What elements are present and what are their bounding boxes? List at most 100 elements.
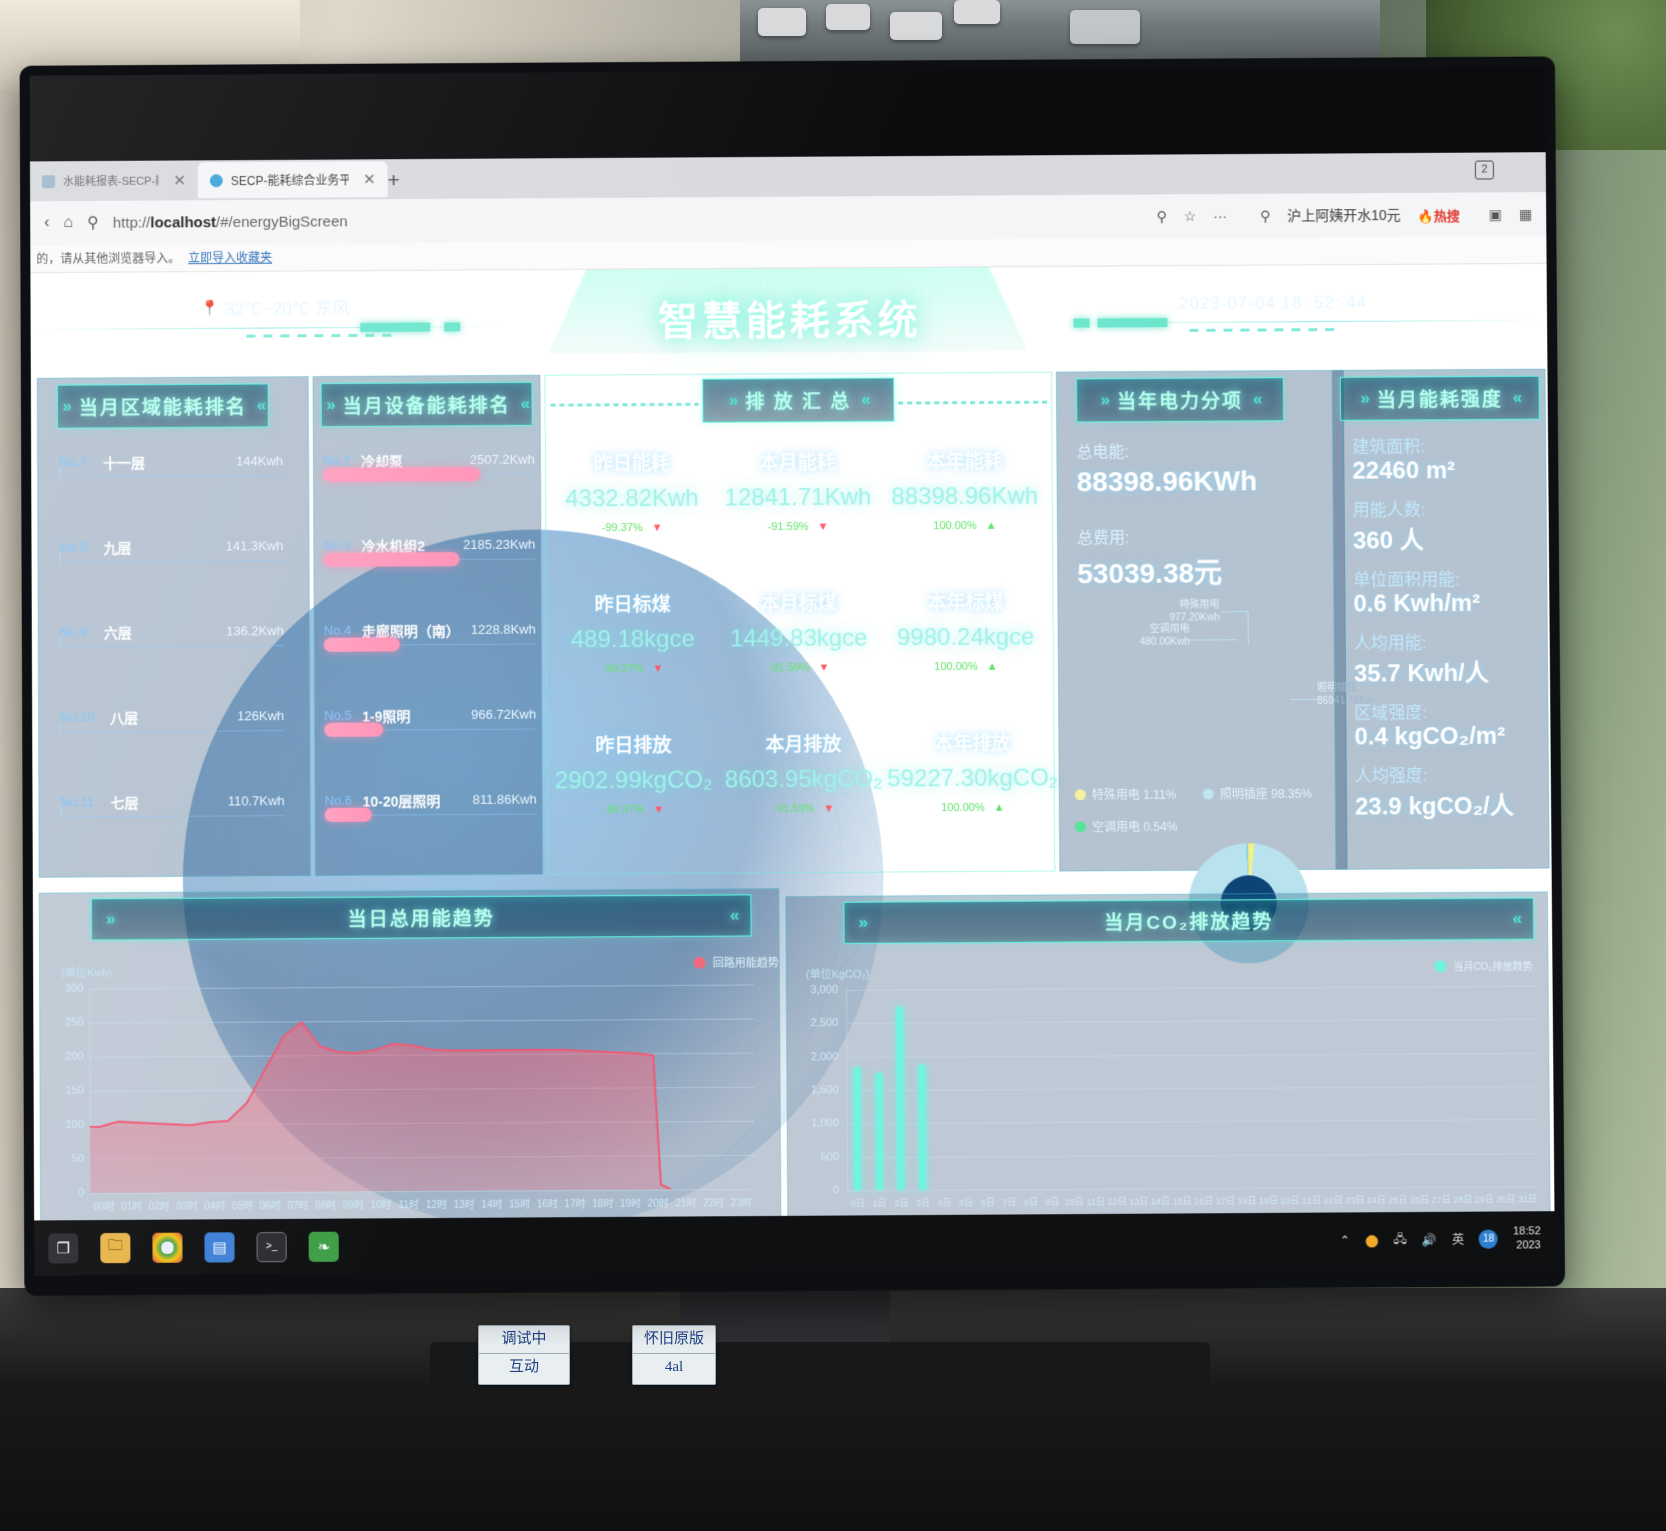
co2-trend-legend[interactable]: 当月CO₂排放趋势 bbox=[1434, 958, 1532, 974]
metric-delta: -91.59% ▼ bbox=[715, 521, 881, 534]
network-icon[interactable]: 🖧 bbox=[1393, 1229, 1407, 1250]
dashboard-header: 智慧能耗系统 📍 32℃~20℃ 东风 2023-07-04 18: 52: 4… bbox=[30, 264, 1548, 351]
app-blue-icon[interactable]: ▤ bbox=[204, 1231, 235, 1263]
list-item[interactable]: No.8 九层 141.3Kwh bbox=[59, 538, 284, 563]
y-tick: 3,000 bbox=[810, 983, 839, 997]
x-tick: 07时 bbox=[287, 1200, 309, 1212]
new-tab-button[interactable]: + bbox=[387, 169, 399, 193]
close-icon[interactable]: ✕ bbox=[363, 170, 376, 188]
x-tick: 22日 bbox=[1323, 1195, 1343, 1206]
browser-tab-2[interactable]: SECP-能耗综合业务平台 ✕ bbox=[197, 161, 388, 199]
tab-count-badge[interactable]: 2 bbox=[1474, 160, 1494, 180]
zoom-icon[interactable]: ⚲ bbox=[1156, 208, 1166, 225]
windows-taskbar: ❐ 🗀 ▤ >_ ❧ ⌃ ⬤ 🖧 🔊 英 18 18:52 2023 bbox=[34, 1211, 1555, 1276]
donut-leadline bbox=[1221, 611, 1248, 613]
metric-cell: 本月能耗 12841.71Kwh -91.59% ▼ bbox=[715, 448, 881, 534]
electricity-title: » 当年电力分项 « bbox=[1075, 377, 1285, 423]
more-icon[interactable]: ··· bbox=[1213, 208, 1227, 224]
sidebar-icon[interactable]: ▣ bbox=[1489, 206, 1502, 223]
metric-cell: 昨日排放 2902.99kgCO₂ -99.37% ▼ bbox=[544, 730, 723, 816]
list-item[interactable]: No.7 十一层 144Kwh bbox=[59, 453, 284, 478]
browser-tab-1[interactable]: 水能耗报表-SECP-能耗综合 ✕ bbox=[30, 162, 198, 199]
x-tick: 01时 bbox=[121, 1201, 143, 1213]
x-tick: 15时 bbox=[509, 1199, 531, 1211]
chevron-left-icon: « bbox=[520, 393, 528, 413]
close-icon[interactable]: ✕ bbox=[173, 171, 186, 189]
car bbox=[1070, 10, 1140, 44]
x-tick: 19时 bbox=[619, 1198, 642, 1210]
search-suggestion[interactable]: 沪上阿姨开水10元 bbox=[1287, 205, 1401, 226]
ime-badge[interactable]: 18 bbox=[1478, 1229, 1499, 1249]
bookmark-star-icon[interactable]: ☆ bbox=[1184, 208, 1197, 225]
home-icon[interactable]: ⌂ bbox=[63, 214, 73, 232]
list-item[interactable]: No.4 走廊照明（南） 1228.8Kwh bbox=[324, 622, 536, 652]
ime-indicator[interactable]: 英 bbox=[1452, 1231, 1464, 1248]
rank-track bbox=[60, 730, 285, 733]
infobar-link[interactable]: 立即导入收藏夹 bbox=[188, 249, 272, 266]
legend-item-special[interactable]: 特殊用电 1.11% bbox=[1074, 786, 1177, 804]
panel-title-text: 当月设备能耗排名 bbox=[342, 395, 511, 418]
rank-tick bbox=[60, 721, 62, 733]
intensity-item: 用能人数: 360 人 bbox=[1353, 495, 1543, 556]
chevron-up-icon[interactable]: ⌃ bbox=[1340, 1233, 1350, 1247]
task-view-icon[interactable]: ❐ bbox=[48, 1232, 79, 1264]
terminal-icon[interactable]: >_ bbox=[256, 1231, 287, 1262]
page-title: 智慧能耗系统 bbox=[657, 298, 922, 345]
legend-label: 回路用能趋势 bbox=[712, 957, 779, 970]
x-tick: 9日 bbox=[1045, 1197, 1060, 1208]
list-item[interactable]: No.2 冷却泵 2507.2Kwh bbox=[323, 452, 535, 482]
total-energy-value: 88398.96KWh bbox=[1076, 465, 1258, 498]
delta-text: -99.37% bbox=[603, 803, 645, 817]
chrome-icon[interactable] bbox=[152, 1232, 183, 1263]
x-tick: 5日 bbox=[959, 1197, 974, 1208]
rank-index: No.7 bbox=[59, 454, 87, 470]
metric-cell: 本年能耗 88398.96Kwh 100.00% ▲ bbox=[881, 447, 1049, 533]
list-item[interactable]: No.3 冷水机组2 2185.23Kwh bbox=[323, 537, 536, 567]
shield-icon[interactable]: ⬤ bbox=[1365, 1233, 1379, 1247]
delta-text: -91.59% bbox=[773, 802, 815, 816]
x-tick: 23日 bbox=[1345, 1195, 1365, 1206]
hot-badge: 🔥热搜 bbox=[1417, 208, 1460, 224]
callout-name: 空调用电 bbox=[1149, 623, 1190, 635]
metric-label: 本年排放 bbox=[934, 733, 1011, 756]
legend-swatch-lighting bbox=[1202, 788, 1214, 800]
clock-date: 2023 bbox=[1516, 1238, 1541, 1252]
bar bbox=[918, 1064, 927, 1190]
file-explorer-icon[interactable]: 🗀 bbox=[100, 1232, 131, 1263]
address-bar[interactable]: http://localhost/#/energyBigScreen bbox=[113, 213, 348, 231]
volume-icon[interactable]: 🔊 bbox=[1422, 1232, 1437, 1246]
header-deco-dash bbox=[1189, 327, 1340, 332]
list-item[interactable]: No.9 六层 136.2Kwh bbox=[60, 623, 284, 648]
x-tick: 31日 bbox=[1517, 1194, 1538, 1205]
callout-value: 480.00Kwh bbox=[1139, 636, 1190, 648]
intensity-value: 360 人 bbox=[1352, 527, 1424, 555]
metric-label: 本月能耗 bbox=[759, 452, 836, 475]
x-tick: 04时 bbox=[204, 1201, 226, 1213]
leaf-app-icon[interactable]: ❧ bbox=[308, 1231, 339, 1262]
list-item[interactable]: No.5 1-9照明 966.72Kwh bbox=[324, 707, 537, 737]
legend-item-hvac[interactable]: 空调用电 0.54% bbox=[1075, 818, 1178, 836]
x-tick: 16日 bbox=[1194, 1196, 1214, 1207]
list-item[interactable]: No.11 七层 110.7Kwh bbox=[60, 793, 285, 818]
x-tick: 14日 bbox=[1150, 1196, 1170, 1207]
metric-label: 本月排放 bbox=[765, 734, 842, 757]
back-icon[interactable]: ‹ bbox=[44, 214, 49, 232]
co2-bars bbox=[846, 986, 1538, 1191]
legend-item-lighting[interactable]: 照明插座 98.35% bbox=[1202, 785, 1312, 803]
intensity-label: 用能人数: bbox=[1352, 500, 1426, 520]
trend-up-icon: ▲ bbox=[985, 519, 997, 532]
taskbar-clock[interactable]: 18:52 2023 bbox=[1513, 1225, 1541, 1253]
daily-trend-series bbox=[89, 985, 756, 1194]
metric-value: 4332.82Kwh bbox=[565, 484, 699, 513]
trend-down-icon: ▼ bbox=[653, 803, 665, 816]
rank-value: 1228.8Kwh bbox=[470, 621, 536, 637]
daily-trend-legend[interactable]: 回路用能趋势 bbox=[693, 954, 779, 971]
y-tick: 150 bbox=[65, 1084, 84, 1097]
list-item[interactable]: No.10 八层 126Kwh bbox=[60, 708, 285, 733]
emission-grid: 昨日能耗 4332.82Kwh -99.37% ▼ 本月能耗 12841.71Kw… bbox=[549, 447, 1058, 860]
apps-grid-icon[interactable]: ▦ bbox=[1519, 206, 1532, 223]
metric-cell: 本年排放 59227.30kgCO₂ 100.00% ▲ bbox=[884, 728, 1061, 814]
list-item[interactable]: No.6 10-20层照明 811.86Kwh bbox=[325, 792, 537, 822]
x-tick: 28日 bbox=[1453, 1194, 1473, 1205]
legend-swatch-loop bbox=[693, 956, 706, 969]
